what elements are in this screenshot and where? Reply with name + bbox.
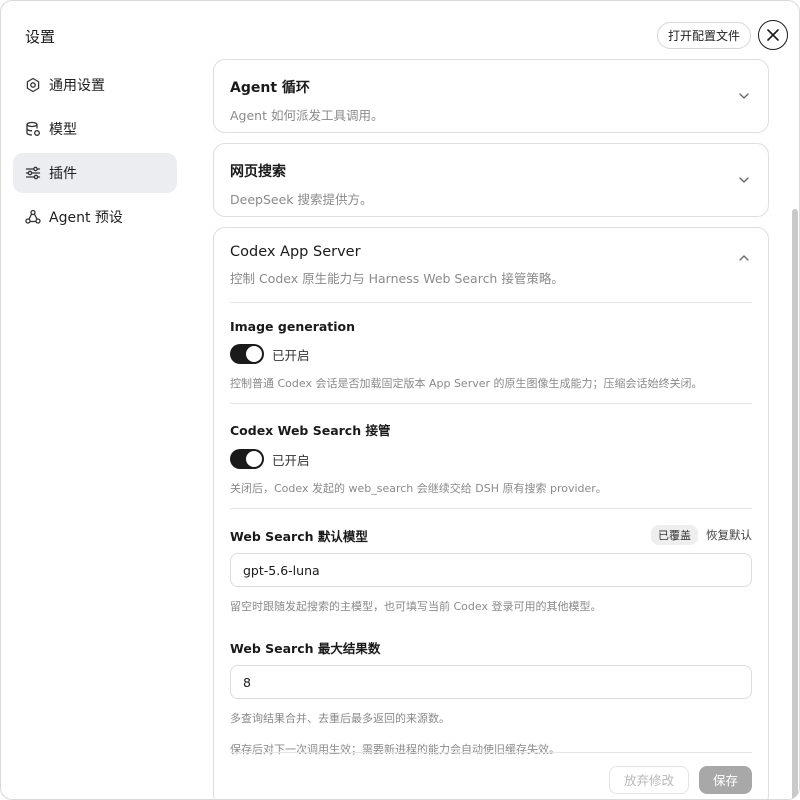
overridden-badge: 已覆盖 — [651, 525, 698, 545]
help-text: 控制普通 Codex 会话是否加载固定版本 App Server 的原生图像生成… — [230, 377, 703, 390]
scrollbar[interactable] — [792, 209, 798, 799]
setting-label: Codex Web Search 接管 — [230, 423, 391, 438]
help-text: 留空时跟随发起搜索的主模型，也可填写当前 Codex 登录可用的其他模型。 — [230, 600, 602, 613]
max-results-input[interactable]: 8 — [230, 665, 752, 699]
settings-dialog: 设置 打开配置文件 通用设置 模型 插件 Agent 预设 Agent 循环 A… — [0, 0, 800, 800]
help-text: 多查询结果合并、去重后最多返回的来源数。 — [230, 712, 450, 725]
card-footer: 放弃修改 保存 — [230, 752, 752, 799]
sidebar-item-general[interactable]: 通用设置 — [13, 65, 177, 105]
sidebar-item-models[interactable]: 模型 — [13, 109, 177, 149]
card-subtitle: 控制 Codex 原生能力与 Harness Web Search 接管策略。 — [230, 271, 564, 286]
sliders-icon — [25, 165, 41, 181]
default-model-setting: Web Search 默认模型 已覆盖 恢复默认 gpt-5.6-luna 留空… — [230, 509, 752, 628]
page-title: 设置 — [25, 28, 56, 46]
open-config-file-button[interactable]: 打开配置文件 — [657, 22, 752, 49]
setting-label: Web Search 默认模型 — [230, 528, 368, 544]
chevron-up-icon[interactable] — [738, 252, 750, 264]
image-generation-toggle[interactable] — [230, 344, 264, 364]
database-icon — [25, 121, 41, 137]
web-search-takeover-setting: Codex Web Search 接管 已开启 关闭后，Codex 发起的 we… — [230, 404, 752, 508]
default-model-input[interactable]: gpt-5.6-luna — [230, 553, 752, 587]
sidebar: 通用设置 模型 插件 Agent 预设 — [13, 65, 177, 241]
save-button[interactable]: 保存 — [698, 765, 752, 794]
codex-app-server-card: Codex App Server 控制 Codex 原生能力与 Harness … — [213, 227, 769, 799]
card-subtitle: DeepSeek 搜索提供方。 — [230, 192, 373, 207]
gear-icon — [25, 77, 41, 93]
sidebar-item-label: 插件 — [49, 166, 77, 182]
help-text: 关闭后，Codex 发起的 web_search 会继续交给 DSH 原有搜索 … — [230, 482, 607, 495]
plugins-panel: Agent 循环 Agent 如何派发工具调用。 网页搜索 DeepSeek 搜… — [213, 59, 769, 799]
web-search-takeover-toggle[interactable] — [230, 449, 264, 469]
card-title: Codex App Server — [230, 244, 361, 260]
close-button[interactable] — [758, 20, 788, 50]
toggle-state: 已开启 — [272, 452, 310, 468]
card-title: Agent 循环 — [230, 80, 310, 96]
card-subtitle: Agent 如何派发工具调用。 — [230, 108, 384, 123]
close-icon — [767, 29, 779, 41]
discard-changes-button[interactable]: 放弃修改 — [608, 765, 689, 794]
setting-label: Web Search 最大结果数 — [230, 641, 381, 656]
agent-icon — [25, 209, 41, 225]
setting-label: Image generation — [230, 319, 356, 334]
chevron-down-icon[interactable] — [738, 174, 750, 186]
reset-default-link[interactable]: 恢复默认 — [706, 527, 752, 543]
sidebar-item-plugins[interactable]: 插件 — [13, 153, 177, 193]
chevron-down-icon[interactable] — [738, 90, 750, 102]
image-generation-setting: Image generation 已开启 控制普通 Codex 会话是否加载固定… — [230, 303, 752, 403]
sidebar-item-agent-presets[interactable]: Agent 预设 — [13, 197, 177, 237]
card-title: 网页搜索 — [230, 164, 286, 180]
max-results-setting: Web Search 最大结果数 8 多查询结果合并、去重后最多返回的来源数。 … — [230, 628, 752, 769]
sidebar-item-label: 模型 — [49, 122, 77, 138]
sidebar-item-label: Agent 预设 — [49, 210, 123, 226]
agent-loop-card[interactable]: Agent 循环 Agent 如何派发工具调用。 — [213, 59, 769, 133]
sidebar-item-label: 通用设置 — [49, 78, 105, 94]
web-search-card[interactable]: 网页搜索 DeepSeek 搜索提供方。 — [213, 143, 769, 217]
toggle-state: 已开启 — [272, 347, 310, 363]
